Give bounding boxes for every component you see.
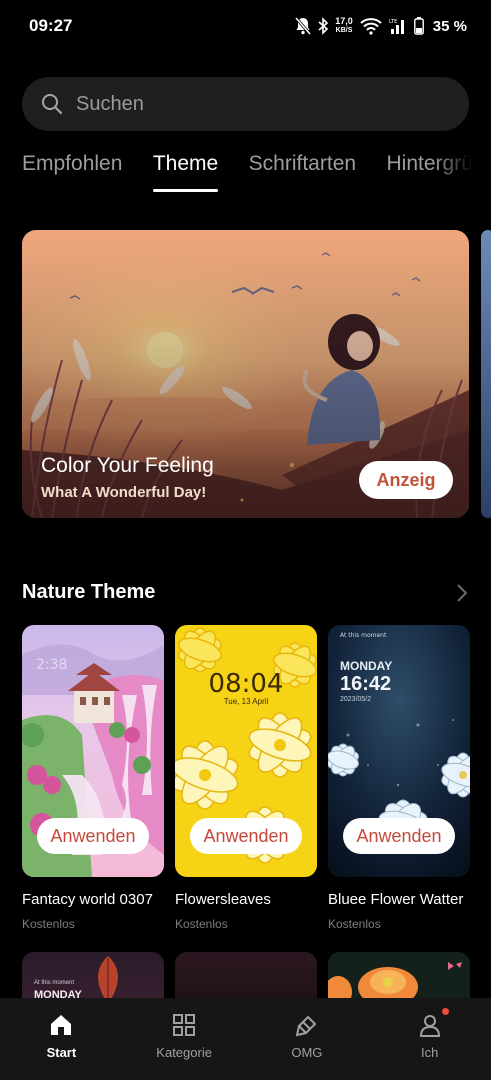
theme-preview[interactable]: At this moment MONDAY 16:42 2023/05/2 An…	[328, 625, 470, 877]
svg-text:LTE: LTE	[389, 19, 397, 25]
apply-button[interactable]: Anwenden	[343, 818, 455, 854]
nav-ich[interactable]: Ich	[368, 998, 491, 1080]
chevron-right-icon[interactable]	[455, 583, 469, 603]
theme-name: Bluee Flower Watter	[328, 891, 464, 908]
search-placeholder: Suchen	[76, 92, 144, 115]
wifi-icon	[360, 18, 382, 35]
theme-price: Kostenlos	[22, 917, 75, 931]
user-icon	[419, 1015, 440, 1037]
tab-empfohlen[interactable]: Empfohlen	[22, 152, 122, 176]
signal-icon: LTE	[389, 19, 404, 34]
net-speed-unit: KB/S	[335, 27, 353, 34]
tab-hintergrund[interactable]: Hintergrü	[387, 152, 473, 176]
bell-muted-icon	[295, 17, 312, 35]
tab-schriftarten[interactable]: Schriftarten	[249, 152, 356, 176]
notification-dot	[442, 1008, 450, 1015]
grid-icon	[173, 1014, 196, 1036]
banner-view-button[interactable]: Anzeig	[359, 461, 453, 499]
preview-clock-time: 08:04	[208, 669, 284, 699]
status-time: 09:27	[29, 16, 73, 35]
theme-card[interactable]: 08:04 Tue, 13 April Anwenden Flowersleav…	[175, 625, 317, 931]
battery-icon	[413, 17, 424, 35]
preview-moment-text: At this moment	[340, 632, 387, 639]
preview-day: MONDAY	[340, 659, 393, 673]
search-icon	[42, 94, 63, 115]
theme-price: Kostenlos	[328, 917, 381, 931]
theme-cards-row-2: At this moment MONDAY	[0, 952, 491, 1012]
section-title: Nature Theme	[22, 581, 156, 603]
nav-start[interactable]: Start	[0, 998, 123, 1080]
theme-preview[interactable]: 2:38 Anwenden	[22, 625, 164, 877]
home-icon	[51, 1015, 72, 1035]
nav-label: OMG	[291, 1045, 323, 1060]
featured-banner[interactable]: Color Your Feeling What A Wonderful Day!…	[22, 230, 469, 518]
apply-button[interactable]: Anwenden	[37, 818, 149, 854]
preview-moment-text: At this moment	[34, 980, 75, 986]
bluetooth-icon	[318, 17, 329, 35]
theme-card[interactable]: At this moment MONDAY 16:42 2023/05/2 An…	[328, 625, 470, 931]
preview-clock-date: Tue, 13 April	[223, 697, 269, 706]
net-speed: 17,0 KB/S	[335, 17, 353, 35]
banner-title: Color Your Feeling	[41, 454, 214, 477]
nav-label: Kategorie	[156, 1045, 212, 1060]
theme-price: Kostenlos	[175, 917, 228, 931]
leaf-image	[98, 956, 118, 1004]
brush-icon	[295, 1015, 317, 1037]
nav-kategorie[interactable]: Kategorie	[123, 998, 246, 1080]
theme-preview[interactable]: 08:04 Tue, 13 April Anwenden	[175, 625, 317, 877]
net-speed-value: 17,0	[335, 16, 353, 26]
category-tabs: Empfohlen Theme Schriftarten Hintergrü	[22, 152, 491, 198]
theme-name: Fantacy world 0307	[22, 891, 153, 908]
bottom-navigation: Start Kategorie OMG Ich	[0, 998, 491, 1080]
status-icons: 17,0 KB/S LTE 35 %	[295, 14, 467, 38]
search-input[interactable]: Suchen	[22, 77, 469, 131]
battery-percent: 35 %	[432, 17, 467, 35]
theme-card[interactable]: 2:38 Anwenden Fantacy world 0307 Kostenl…	[22, 625, 164, 931]
apply-button[interactable]: Anwenden	[190, 818, 302, 854]
svg-text:2:38: 2:38	[36, 657, 67, 673]
status-bar: 09:27 17,0 KB/S LTE 35 %	[0, 0, 491, 54]
nav-label: Start	[46, 1045, 77, 1060]
nav-omg[interactable]: OMG	[246, 998, 369, 1080]
preview-clock-date: 2023/05/2	[340, 696, 372, 703]
tab-theme[interactable]: Theme	[152, 152, 219, 192]
next-banner-peek[interactable]	[481, 230, 491, 518]
preview-clock-time: 16:42	[340, 673, 392, 695]
nav-label: Ich	[420, 1045, 439, 1060]
theme-name: Flowersleaves	[175, 891, 271, 908]
banner-subtitle: What A Wonderful Day!	[41, 484, 207, 501]
